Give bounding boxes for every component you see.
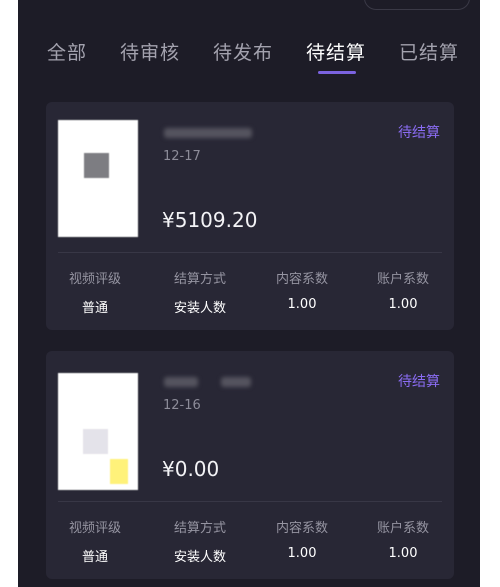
stat-settlement-method: 结算方式 安装人数 [149,268,251,316]
tab-pending-settlement[interactable]: 待结算 [306,38,366,65]
video-title-redacted [164,377,198,387]
top-search-pill[interactable] [364,0,470,10]
card-date: 12-17 [163,149,201,164]
stat-label: 结算方式 [173,272,226,287]
stat-label: 内容系数 [275,521,328,536]
tab-settled[interactable]: 已结算 [399,38,459,65]
video-thumbnail[interactable] [58,120,138,237]
video-title-redacted [221,377,251,387]
status-badge: 待结算 [398,374,440,390]
tab-pending-review[interactable]: 待审核 [120,38,180,65]
stat-value: 1.00 [388,297,418,312]
stat-value: 安装人数 [173,301,226,316]
stat-label: 视频评级 [68,272,121,287]
active-tab-indicator [318,71,356,74]
stat-value: 1.00 [287,297,317,312]
stat-video-rating: 视频评级 普通 [44,517,146,565]
stat-settlement-method: 结算方式 安装人数 [149,517,251,565]
video-thumbnail[interactable] [58,373,138,490]
divider [58,501,442,502]
tab-all[interactable]: 全部 [47,38,87,65]
app-screen: 全部 待审核 待发布 待结算 已结算 12-17 待结算 ¥5109.20 视频… [18,0,480,587]
card-date: 12-16 [163,398,201,413]
settlement-amount: ¥0.00 [162,457,220,481]
settlement-amount: ¥5109.20 [162,208,258,232]
stat-label: 结算方式 [173,521,226,536]
stat-account-coefficient: 账户系数 1.00 [352,517,454,561]
settlement-card[interactable]: 12-16 待结算 ¥0.00 视频评级 普通 结算方式 安装人数 内容系数 1… [46,351,454,579]
stat-label: 账户系数 [376,272,429,287]
stat-value: 1.00 [287,546,317,561]
status-tabs: 全部 待审核 待发布 待结算 已结算 [18,30,480,80]
tab-pending-publish[interactable]: 待发布 [213,38,273,65]
stat-video-rating: 视频评级 普通 [44,268,146,316]
video-title-redacted [164,128,252,138]
stat-value: 1.00 [388,546,418,561]
stat-content-coefficient: 内容系数 1.00 [251,268,353,312]
stat-account-coefficient: 账户系数 1.00 [352,268,454,312]
stat-label: 内容系数 [275,272,328,287]
stat-value: 普通 [81,301,108,316]
stat-content-coefficient: 内容系数 1.00 [251,517,353,561]
stat-label: 账户系数 [376,521,429,536]
settlement-card[interactable]: 12-17 待结算 ¥5109.20 视频评级 普通 结算方式 安装人数 内容系… [46,102,454,330]
divider [58,252,442,253]
stat-value: 普通 [81,550,108,565]
stat-label: 视频评级 [68,521,121,536]
status-badge: 待结算 [398,125,440,141]
stat-value: 安装人数 [173,550,226,565]
